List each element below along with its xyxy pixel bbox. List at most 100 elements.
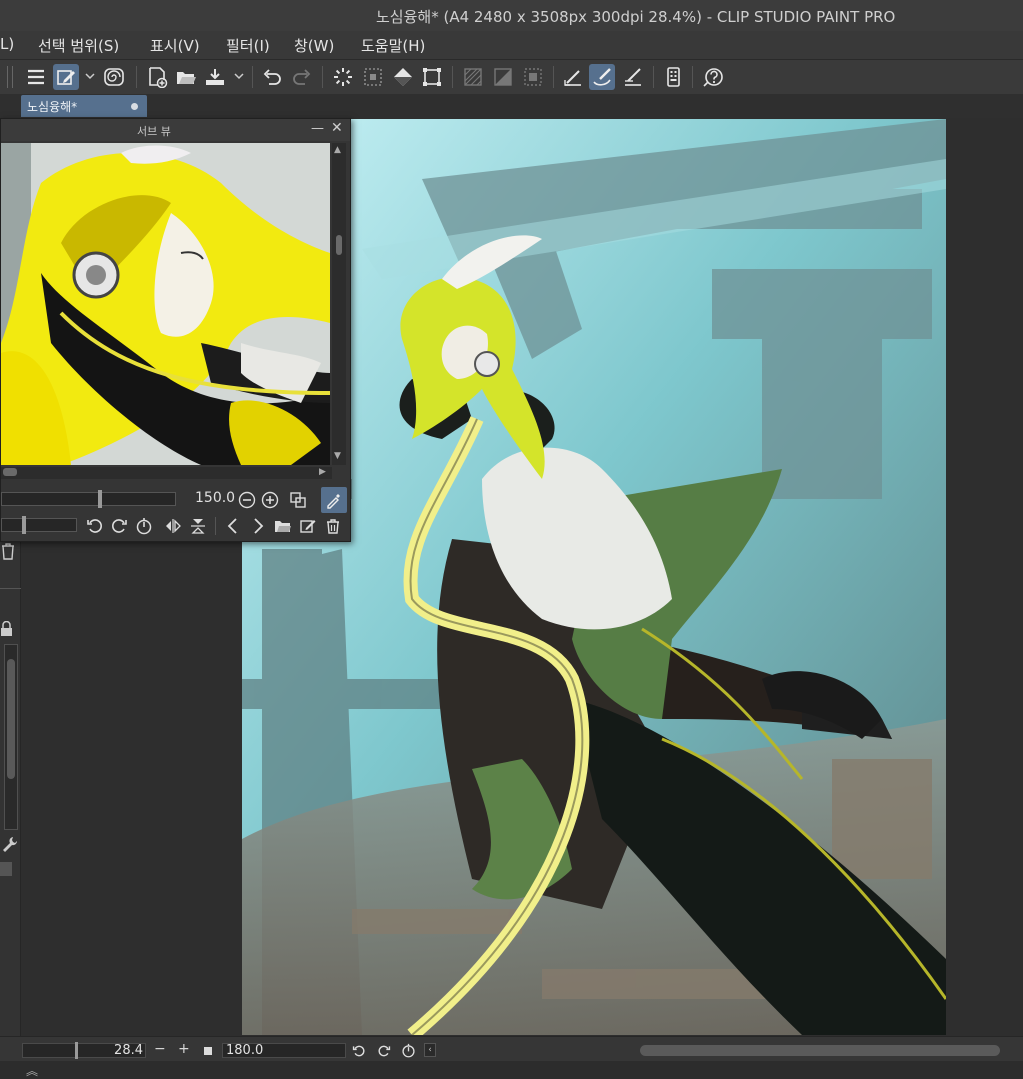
rotate-slider-thumb[interactable] <box>22 516 26 534</box>
reset-rotation-icon[interactable] <box>401 1043 416 1058</box>
trash-icon[interactable] <box>323 516 343 536</box>
sub-view-vertical-scrollbar[interactable]: ▲ ▼ <box>332 143 346 465</box>
document-tab-label: 노심융해* <box>27 100 78 114</box>
toolbar-divider <box>136 66 137 88</box>
menu-item-selection[interactable]: 선택 범위(S) <box>38 35 119 56</box>
rotation-value: 180.0 <box>226 1043 264 1058</box>
scroll-down-icon[interactable]: ▼ <box>334 451 341 461</box>
trash-icon[interactable] <box>0 542 16 560</box>
zoom-field[interactable]: 28.4 <box>22 1042 146 1059</box>
reference-artwork <box>1 143 330 465</box>
next-image-icon[interactable] <box>248 516 268 536</box>
close-icon[interactable]: ✕ <box>331 120 343 136</box>
zoom-out-button[interactable]: − <box>154 1041 166 1057</box>
toolbar-divider <box>452 66 453 88</box>
scroll-thumb[interactable] <box>3 468 17 476</box>
phone-icon[interactable] <box>660 64 686 90</box>
bottom-strip: ︽ <box>0 1061 1023 1079</box>
menu-item-layer[interactable]: L) <box>0 35 14 53</box>
reset-rotation-icon[interactable] <box>134 516 154 536</box>
scroll-left-icon[interactable]: ‹ <box>424 1043 436 1057</box>
fit-button[interactable] <box>204 1047 212 1055</box>
half-icon[interactable] <box>490 64 516 90</box>
brush-icon[interactable] <box>589 64 615 90</box>
flip-horizontal-icon[interactable] <box>163 516 183 536</box>
scroll-right-icon[interactable]: ▶ <box>319 467 326 477</box>
canvas-horizontal-scrollbar[interactable] <box>640 1045 1000 1056</box>
scroll-thumb[interactable] <box>336 235 342 255</box>
toolbar-divider <box>553 66 554 88</box>
edit-icon[interactable] <box>53 64 79 90</box>
sub-view-zoom-row: 150.0 <box>1 487 350 513</box>
zoom-value: 28.4 <box>114 1043 143 1058</box>
eyedropper-icon[interactable] <box>321 487 347 513</box>
chevron-down-icon[interactable] <box>234 70 244 82</box>
title-bar: 노심융해* (A4 2480 x 3508px 300dpi 28.4%) - … <box>0 0 1023 31</box>
zoom-out-icon[interactable] <box>237 490 257 510</box>
expand-up-icon[interactable]: ︽ <box>26 1062 38 1079</box>
sub-view-panel: 서브 뷰 — ✕ ▲ ▼ ▶ 150.0 <box>0 118 351 542</box>
zoom-slider[interactable] <box>1 490 176 508</box>
wrench-icon[interactable] <box>2 836 18 854</box>
dock-scrollbar[interactable] <box>4 644 18 830</box>
spiral-icon[interactable] <box>101 64 127 90</box>
dock-tab[interactable] <box>0 862 12 876</box>
previous-image-icon[interactable] <box>223 516 243 536</box>
scroll-up-icon[interactable]: ▲ <box>334 145 341 155</box>
redo-icon[interactable] <box>289 64 315 90</box>
menu-item-view[interactable]: 표시(V) <box>150 35 200 56</box>
document-tab[interactable]: 노심융해* <box>21 95 147 117</box>
document-tab-bar: 노심융해* <box>0 94 1023 118</box>
toolbar-divider <box>322 66 323 88</box>
frame-icon[interactable] <box>520 64 546 90</box>
menu-icon[interactable] <box>23 64 49 90</box>
new-file-icon[interactable] <box>144 64 170 90</box>
toolbar-divider <box>692 66 693 88</box>
zoom-slider-thumb[interactable] <box>98 490 102 508</box>
hatch-icon[interactable] <box>460 64 486 90</box>
grip-handle[interactable] <box>7 66 13 88</box>
deselect-icon[interactable] <box>360 64 386 90</box>
rotate-left-icon[interactable] <box>352 1044 366 1058</box>
window-title: 노심융해* (A4 2480 x 3508px 300dpi 28.4%) - … <box>376 8 896 26</box>
menu-item-help[interactable]: 도움말(H) <box>361 35 425 56</box>
sub-view-rotate-row <box>1 513 350 539</box>
rotate-slider[interactable] <box>1 516 77 534</box>
command-bar <box>0 59 1023 94</box>
help-icon[interactable] <box>700 64 726 90</box>
ruler-icon[interactable] <box>560 64 586 90</box>
rotate-left-icon[interactable] <box>85 516 105 536</box>
rotate-right-icon[interactable] <box>109 516 129 536</box>
undo-icon[interactable] <box>259 64 285 90</box>
pen-icon[interactable] <box>620 64 646 90</box>
toolbar-divider <box>252 66 253 88</box>
zoom-in-button[interactable]: + <box>178 1041 190 1057</box>
zoom-field-thumb[interactable] <box>75 1042 78 1059</box>
flip-vertical-icon[interactable] <box>188 516 208 536</box>
edit-image-icon[interactable] <box>298 516 318 536</box>
menu-item-window[interactable]: 창(W) <box>294 35 334 56</box>
sub-view-title: 서브 뷰 <box>137 125 171 138</box>
loading-icon[interactable] <box>330 64 356 90</box>
save-icon[interactable] <box>202 64 228 90</box>
dock-scroll-thumb[interactable] <box>7 659 15 779</box>
toolbar-divider <box>653 66 654 88</box>
chevron-down-icon[interactable] <box>85 70 95 82</box>
sub-view-image[interactable] <box>1 143 330 465</box>
row-divider <box>215 517 216 535</box>
open-folder-icon[interactable] <box>173 64 199 90</box>
open-image-icon[interactable] <box>273 516 293 536</box>
dock-divider <box>0 588 21 589</box>
fill-icon[interactable] <box>390 64 416 90</box>
transform-icon[interactable] <box>419 64 445 90</box>
minimize-icon[interactable]: — <box>311 121 324 136</box>
menu-item-filter[interactable]: 필터(I) <box>226 35 270 56</box>
sub-view-horizontal-scrollbar[interactable]: ▶ <box>1 467 332 479</box>
sub-view-titlebar[interactable]: 서브 뷰 — ✕ <box>1 119 350 141</box>
rotate-right-icon[interactable] <box>377 1044 391 1058</box>
zoom-in-icon[interactable] <box>260 490 280 510</box>
fit-view-icon[interactable] <box>288 490 308 510</box>
rotation-field[interactable]: 180.0 <box>222 1043 346 1058</box>
lock-icon[interactable] <box>0 621 14 637</box>
unsaved-dot-icon[interactable] <box>131 103 138 110</box>
